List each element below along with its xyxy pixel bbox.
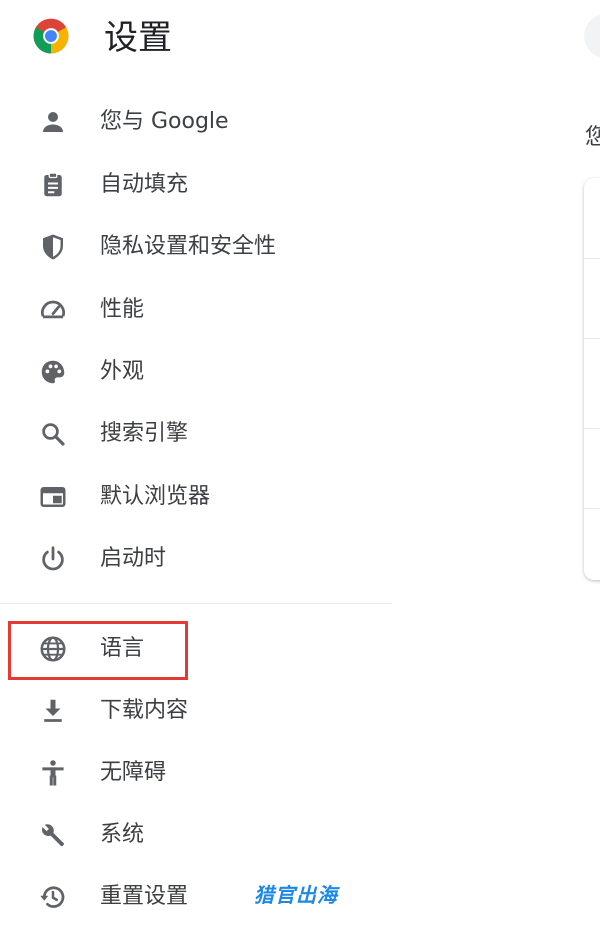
accessibility-icon (38, 758, 68, 788)
sidebar-item-label: 外观 (100, 359, 145, 384)
sidebar-item-label: 系统 (100, 822, 145, 847)
sidebar-item-label: 性能 (100, 297, 145, 322)
sidebar-item-downloads[interactable]: 下载内容 (0, 683, 390, 739)
main-section-heading: 您 (585, 125, 600, 150)
sidebar-item-label: 默认浏览器 (100, 484, 211, 509)
sidebar-item-system[interactable]: 系统 (0, 807, 390, 863)
clipboard-icon (38, 170, 68, 200)
history-reset-icon (38, 882, 68, 912)
sidebar-item-search-engine[interactable]: 搜索引擎 (0, 406, 390, 462)
sidebar-item-default-browser[interactable]: 默认浏览器 (0, 469, 390, 525)
sidebar-item-label: 无障碍 (100, 760, 167, 785)
sidebar-item-appearance[interactable]: 外观 (0, 344, 390, 400)
sidebar-item-you-and-google[interactable]: 您与 Google (0, 94, 390, 150)
sidebar-item-label: 隐私设置和安全性 (100, 234, 277, 259)
browser-window-icon (38, 482, 68, 512)
palette-icon (38, 357, 68, 387)
watermark-text: 猎官出海 (254, 883, 338, 907)
sidebar-item-on-startup[interactable]: 启动时 (0, 531, 390, 587)
search-icon (38, 419, 68, 449)
sidebar-item-privacy[interactable]: 隐私设置和安全性 (0, 219, 390, 275)
sidebar-item-label: 搜索引擎 (100, 421, 189, 446)
shield-icon (38, 232, 68, 262)
download-icon (38, 696, 68, 726)
speedometer-icon (38, 295, 68, 325)
page-title: 设置 (104, 18, 172, 58)
settings-card (584, 178, 600, 580)
search-button[interactable] (584, 14, 600, 58)
sidebar-divider (0, 603, 392, 604)
sidebar-item-label: 启动时 (100, 546, 167, 571)
sidebar-item-performance[interactable]: 性能 (0, 282, 390, 338)
person-icon (38, 107, 68, 137)
sidebar-item-autofill[interactable]: 自动填充 (0, 157, 390, 213)
sidebar-item-label: 自动填充 (100, 172, 189, 197)
sidebar-item-label: 重置设置 (100, 884, 189, 909)
header: 设置 (0, 0, 600, 80)
sidebar-item-label: 您与 Google (100, 109, 229, 134)
sidebar-item-accessibility[interactable]: 无障碍 (0, 745, 390, 801)
highlight-annotation-box (8, 621, 188, 680)
sidebar-item-label: 下载内容 (100, 698, 189, 723)
wrench-icon (38, 820, 68, 850)
chrome-logo-icon (32, 17, 70, 55)
power-icon (38, 544, 68, 574)
